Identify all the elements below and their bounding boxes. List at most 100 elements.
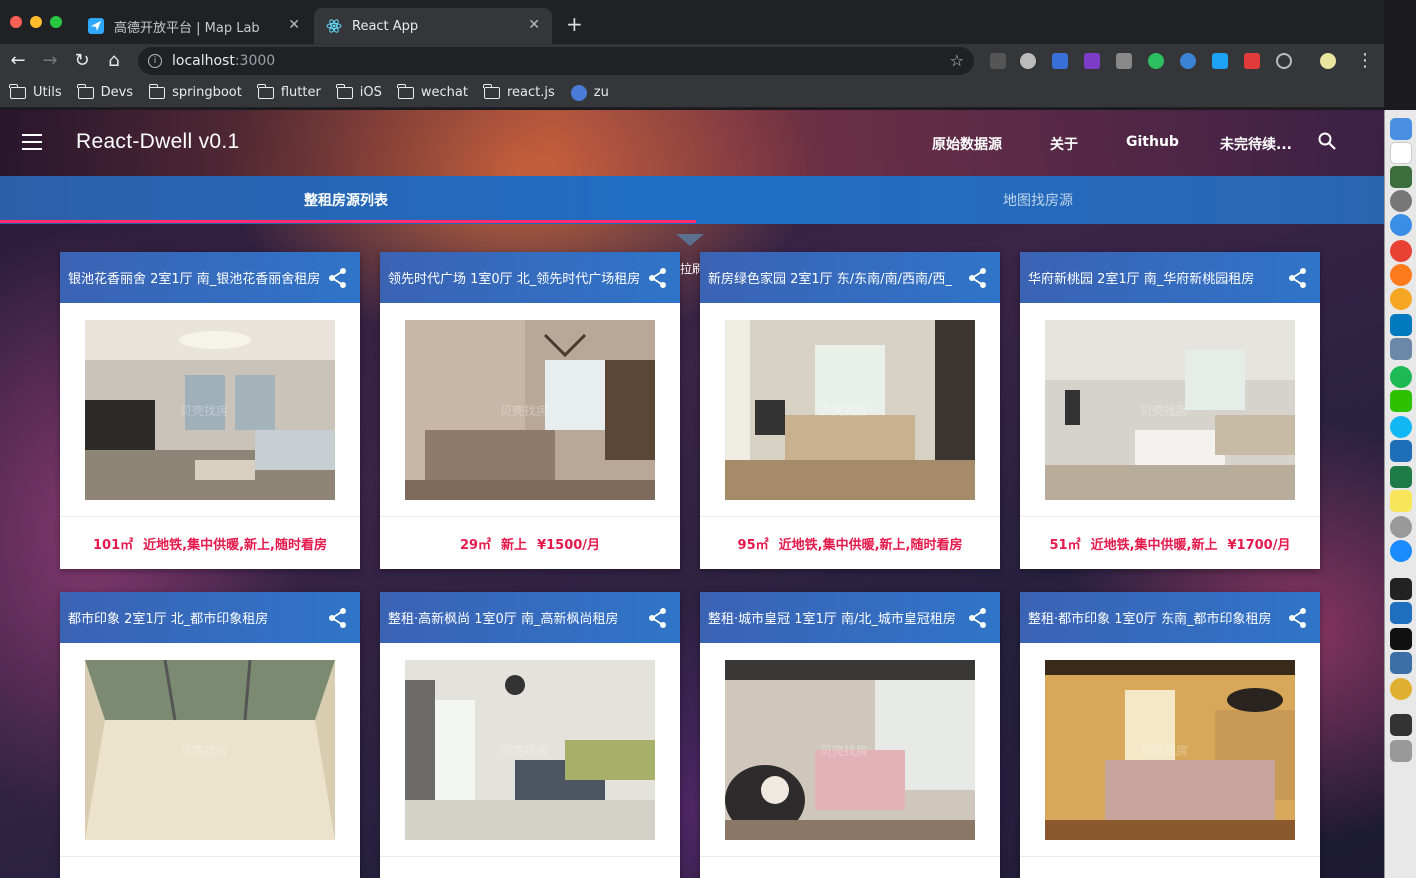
evernote-extension-icon[interactable]	[1148, 53, 1164, 69]
zoom-window-button[interactable]	[50, 16, 62, 28]
listing-photo[interactable]: 贝壳找房	[85, 320, 335, 500]
new-tab-button[interactable]: +	[566, 12, 583, 36]
share-icon[interactable]	[328, 267, 348, 289]
app-icon[interactable]	[1390, 678, 1412, 700]
extension-icon[interactable]	[1180, 53, 1196, 69]
system-preferences-icon[interactable]	[1390, 516, 1412, 538]
listing-card[interactable]: 华府新桃园 2室1厅 南_华府新桃园租房 贝壳找房 51㎡ 近地铁,集中供暖,新上…	[1020, 252, 1320, 569]
excel-icon[interactable]	[1390, 466, 1412, 488]
folder-icon	[77, 83, 94, 99]
wechat-icon[interactable]	[1390, 390, 1412, 412]
trello-icon[interactable]	[1390, 314, 1412, 336]
listing-photo[interactable]: 贝壳找房	[1045, 320, 1295, 500]
bookmark-folder[interactable]: Devs	[77, 83, 133, 100]
app-store-icon[interactable]	[1390, 540, 1412, 562]
extension-icon[interactable]	[1020, 53, 1036, 69]
bookmark-folder[interactable]: iOS	[336, 83, 382, 100]
trash-icon[interactable]	[1390, 740, 1412, 762]
preview-icon[interactable]	[1390, 338, 1412, 360]
bookmark-folder[interactable]: flutter	[257, 83, 321, 100]
onenote-extension-icon[interactable]	[1084, 53, 1100, 69]
minimize-window-button[interactable]	[30, 16, 42, 28]
extension-icon[interactable]	[1244, 53, 1260, 69]
bookmark-link[interactable]: zu	[570, 84, 609, 101]
pull-refresh-arrow-icon	[676, 234, 704, 246]
finder-icon[interactable]	[1390, 118, 1412, 140]
forward-button[interactable]: →	[38, 50, 62, 71]
app-icon[interactable]	[1390, 288, 1412, 310]
extension-icon[interactable]	[1052, 53, 1068, 69]
share-icon[interactable]	[1288, 607, 1308, 629]
listing-photo[interactable]: 贝壳找房	[1045, 660, 1295, 840]
safari-icon[interactable]	[1390, 214, 1412, 236]
spotify-icon[interactable]	[1390, 366, 1412, 388]
vscode-icon[interactable]	[1390, 602, 1412, 624]
listing-photo[interactable]: 贝壳找房	[725, 660, 975, 840]
card-header: 都市印象 2室1厅 北_都市印象租房	[60, 592, 360, 643]
back-button[interactable]: ←	[6, 50, 30, 71]
bookmark-folder[interactable]: Utils	[9, 83, 62, 100]
profile-avatar[interactable]	[1320, 53, 1336, 69]
bookmark-folder[interactable]: react.js	[483, 83, 555, 100]
qq-icon[interactable]	[1390, 416, 1412, 438]
home-button[interactable]: ⌂	[102, 50, 126, 71]
tab-map-search[interactable]: 地图找房源	[692, 176, 1384, 224]
listing-card[interactable]: 整租·都市印象 1室0厅 东南_都市印象租房 贝壳找房	[1020, 592, 1320, 878]
tab-rental-list[interactable]: 整租房源列表	[0, 176, 692, 224]
listing-photo[interactable]: 贝壳找房	[85, 660, 335, 840]
bookmark-folder[interactable]: springboot	[148, 83, 242, 100]
nav-link-more[interactable]: 未完待续...	[1220, 134, 1292, 154]
listing-photo[interactable]: 贝壳找房	[405, 660, 655, 840]
nav-link-data-source[interactable]: 原始数据源	[932, 134, 1002, 154]
share-icon[interactable]	[328, 607, 348, 629]
photo-watermark: 贝壳找房	[1140, 404, 1189, 418]
listing-card[interactable]: 整租·高新枫尚 1室0厅 南_高新枫尚租房 贝壳找房	[380, 592, 680, 878]
bookmark-folder[interactable]: wechat	[397, 83, 468, 100]
extension-icon[interactable]	[1276, 53, 1292, 69]
reload-button[interactable]: ↻	[70, 50, 94, 71]
extension-icon[interactable]	[1116, 53, 1132, 69]
folder-icon[interactable]	[1390, 714, 1412, 736]
twitter-extension-icon[interactable]	[1212, 53, 1228, 69]
address-bar[interactable]: i localhost:3000 ☆	[138, 47, 974, 75]
browser-tab-amap[interactable]: 高德开放平台 | Map Lab ✕	[76, 8, 312, 44]
search-icon[interactable]	[1318, 132, 1336, 150]
app-icon[interactable]	[1390, 166, 1412, 188]
share-icon[interactable]	[968, 607, 988, 629]
app-icon[interactable]	[1390, 652, 1412, 674]
close-tab-icon[interactable]: ✕	[528, 17, 540, 33]
nav-link-about[interactable]: 关于	[1050, 134, 1078, 154]
listing-card[interactable]: 领先时代广场 1室0厅 北_领先时代广场租房 贝壳找房 29㎡ 新上 ¥1500/月	[380, 252, 680, 569]
stickies-icon[interactable]	[1390, 490, 1412, 512]
launchpad-icon[interactable]	[1390, 190, 1412, 212]
card-divider	[700, 516, 1000, 517]
bookmark-star-icon[interactable]: ☆	[950, 51, 964, 70]
browser-menu-icon[interactable]: ⋮	[1356, 50, 1374, 71]
share-icon[interactable]	[648, 267, 668, 289]
chrome-icon[interactable]	[1390, 240, 1412, 262]
menu-icon[interactable]	[22, 134, 42, 150]
terminal-icon[interactable]	[1390, 578, 1412, 600]
url-host: localhost	[172, 53, 235, 69]
macos-dock	[1384, 110, 1416, 878]
share-icon[interactable]	[1288, 267, 1308, 289]
card-header: 华府新桃园 2室1厅 南_华府新桃园租房	[1020, 252, 1320, 303]
listing-card[interactable]: 整租·城市皇冠 1室1厅 南/北_城市皇冠租房 贝壳找房	[700, 592, 1000, 878]
listing-card[interactable]: 银池花香丽舍 2室1厅 南_银池花香丽舍租房 贝壳找房 101㎡ 近地铁,集中供…	[60, 252, 360, 569]
app-icon[interactable]	[1390, 440, 1412, 462]
firefox-icon[interactable]	[1390, 264, 1412, 286]
share-icon[interactable]	[968, 267, 988, 289]
intellij-icon[interactable]	[1390, 628, 1412, 650]
listing-photo[interactable]: 贝壳找房	[725, 320, 975, 500]
calendar-icon[interactable]	[1390, 142, 1412, 164]
share-icon[interactable]	[648, 607, 668, 629]
listing-photo[interactable]: 贝壳找房	[405, 320, 655, 500]
browser-tab-react-app[interactable]: React App ✕	[314, 8, 552, 44]
listing-card[interactable]: 都市印象 2室1厅 北_都市印象租房 贝壳找房	[60, 592, 360, 878]
close-tab-icon[interactable]: ✕	[288, 17, 300, 33]
site-info-icon[interactable]: i	[148, 54, 162, 68]
nav-link-github[interactable]: Github	[1126, 134, 1179, 150]
extension-icon[interactable]	[990, 53, 1006, 69]
close-window-button[interactable]	[10, 16, 22, 28]
listing-card[interactable]: 新房绿色家园 2室1厅 东/东南/南/西南/西_ 贝壳找房 95㎡ 近地铁,集中供…	[700, 252, 1000, 569]
